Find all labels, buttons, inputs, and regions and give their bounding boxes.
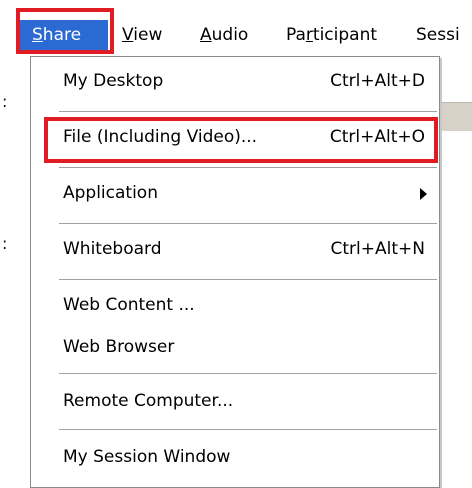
menu-audio-label: Audio (200, 25, 249, 45)
menu-separator (59, 223, 437, 224)
submenu-arrow-icon (420, 188, 427, 200)
menu-item-label: Web Content ... (63, 295, 195, 315)
menu-audio[interactable]: Audio (200, 20, 248, 50)
menu-item-label: Application (63, 183, 158, 203)
menu-item-my-session-window[interactable]: My Session Window (31, 439, 439, 479)
menu-session-label: Sessi (416, 25, 460, 45)
menu-session[interactable]: Sessi (416, 20, 460, 50)
menu-item-remote-computer[interactable]: Remote Computer... (31, 383, 439, 423)
menu-item-shortcut: Ctrl+Alt+D (330, 71, 425, 91)
menu-item-label: Web Browser (63, 337, 175, 357)
background-glyph: : (2, 92, 8, 111)
menu-separator (59, 167, 437, 168)
menu-item-web-browser[interactable]: Web Browser (31, 329, 439, 369)
share-highlight-box (16, 8, 114, 54)
background-window-edge: : : (0, 58, 30, 488)
menu-view[interactable]: View (122, 20, 162, 50)
menu-item-label: My Session Window (63, 447, 231, 467)
file-item-highlight-box (44, 117, 438, 163)
menu-item-whiteboard[interactable]: Whiteboard Ctrl+Alt+N (31, 231, 439, 271)
menu-view-label: View (122, 25, 163, 45)
menu-separator (59, 429, 437, 430)
menu-item-label: My Desktop (63, 71, 164, 91)
background-glyph: : (2, 234, 8, 253)
menu-item-shortcut: Ctrl+Alt+N (330, 239, 425, 259)
menu-participant[interactable]: Participant (286, 20, 377, 50)
menu-separator (59, 279, 437, 280)
menu-item-label: Remote Computer... (63, 391, 234, 411)
menu-item-web-content[interactable]: Web Content ... (31, 287, 439, 327)
menu-item-application[interactable]: Application (31, 175, 439, 215)
menu-bar: Share View Audio Participant Sessi (0, 0, 472, 58)
menu-item-my-desktop[interactable]: My Desktop Ctrl+Alt+D (31, 63, 439, 103)
menu-participant-label: Participant (286, 25, 378, 45)
menu-separator (59, 111, 437, 112)
menu-item-label: Whiteboard (63, 239, 162, 259)
menu-separator (59, 373, 437, 374)
